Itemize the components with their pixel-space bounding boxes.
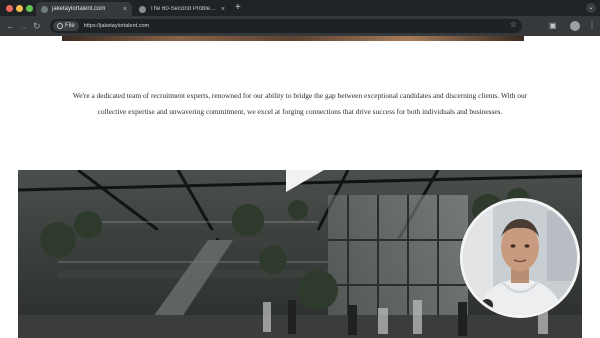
close-window-button[interactable] — [6, 5, 13, 12]
intro-paragraph: We're a dedicated team of recruitment ex… — [72, 91, 528, 116]
browser-tab-bar: jaketaylortalent.com × The 60-Second Pro… — [0, 0, 600, 16]
tab-inactive[interactable]: The 60-Second Problem — L × — [134, 2, 230, 16]
site-favicon-icon — [139, 5, 146, 13]
site-info-chip[interactable]: File — [53, 21, 79, 31]
web-page: We're a dedicated team of recruitment ex… — [0, 36, 600, 338]
new-tab-button[interactable]: + — [235, 2, 241, 14]
tab-label: The 60-Second Problem — L — [150, 6, 218, 12]
tab-search-icon[interactable]: ⌄ — [586, 3, 596, 13]
star-icon[interactable]: ☆ — [510, 20, 517, 29]
reload-icon[interactable]: ↻ — [33, 21, 41, 31]
site-info-label: File — [65, 23, 75, 29]
puzzle-icon[interactable]: ▣ — [549, 20, 557, 32]
browser-toolbar: ← → ↻ File https://jaketaylortalent.com … — [0, 16, 600, 36]
minimize-window-button[interactable] — [16, 5, 23, 12]
webcam-overlay — [460, 198, 580, 318]
tab-close-icon[interactable]: × — [123, 6, 127, 13]
tab-label: jaketaylortalent.com — [52, 6, 106, 12]
info-icon — [57, 23, 63, 29]
header-image-strip — [62, 36, 524, 41]
kebab-icon[interactable]: ⋮ — [588, 20, 596, 32]
tab-active[interactable]: jaketaylortalent.com × — [36, 2, 132, 16]
tab-close-icon[interactable]: × — [221, 6, 225, 13]
presenter-video-illustration — [463, 201, 577, 315]
address-bar[interactable]: File https://jaketaylortalent.com ☆ — [50, 19, 522, 33]
avatar[interactable] — [570, 21, 580, 31]
arrow-left-icon[interactable]: ← — [6, 21, 15, 31]
site-favicon-icon — [41, 5, 48, 13]
maximize-window-button[interactable] — [26, 5, 33, 12]
arrow-right-icon[interactable]: → — [19, 21, 28, 31]
url-text[interactable]: https://jaketaylortalent.com — [84, 23, 149, 29]
